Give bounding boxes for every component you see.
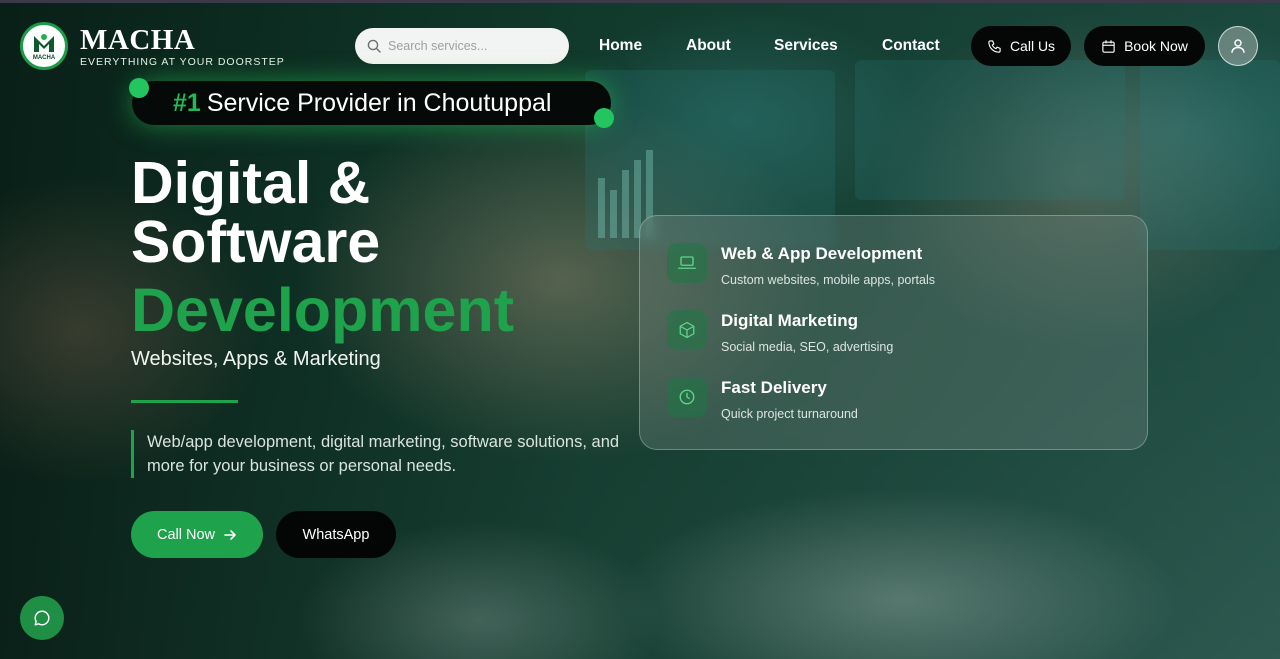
hero-title-line-2: Software [131, 209, 381, 275]
feature-subtitle: Social media, SEO, advertising [721, 340, 894, 354]
badge-number: #1 [173, 88, 201, 117]
whatsapp-label: WhatsApp [302, 526, 370, 543]
logo-mark-text: MACHA [32, 54, 56, 61]
call-us-button[interactable]: Call Us [971, 26, 1071, 66]
brand-tagline: EVERYTHING AT YOUR DOORSTEP [80, 55, 285, 68]
logo-m-icon [34, 33, 54, 52]
nav-services[interactable]: Services [774, 37, 838, 55]
badge-decor-dot [594, 108, 614, 128]
arrow-right-icon [224, 529, 236, 540]
clock-icon [667, 377, 707, 417]
background-monitor [855, 60, 1125, 200]
call-now-button[interactable]: Call Now [131, 511, 263, 558]
hero-divider [131, 400, 238, 403]
nav-about[interactable]: About [686, 37, 731, 55]
features-card: Web & App Development Custom websites, m… [639, 215, 1148, 450]
book-now-label: Book Now [1124, 38, 1188, 54]
badge-decor-dot [129, 78, 149, 98]
feature-subtitle: Quick project turnaround [721, 407, 858, 421]
chat-bubble-icon [34, 610, 50, 626]
feature-title: Fast Delivery [721, 378, 827, 397]
search-bar[interactable] [355, 28, 569, 64]
cube-icon [667, 310, 707, 350]
call-now-label: Call Now [156, 526, 215, 543]
nav-contact[interactable]: Contact [882, 37, 940, 55]
hero-description: Web/app development, digital marketing, … [131, 430, 621, 478]
service-provider-badge: #1 Service Provider in Choutuppal [132, 81, 611, 125]
background-monitor [1140, 60, 1280, 250]
chat-button[interactable] [20, 596, 64, 640]
search-icon [367, 39, 381, 53]
badge-text: Service Provider in Choutuppal [206, 88, 552, 117]
brand-logo[interactable]: MACHA MACHA EVERYTHING AT YOUR DOORSTEP [20, 22, 285, 70]
brand-name: MACHA [80, 23, 196, 56]
feature-item-fast-delivery: Fast Delivery Quick project turnaround [667, 377, 858, 421]
call-us-label: Call Us [1009, 38, 1056, 54]
feature-item-digital-marketing: Digital Marketing Social media, SEO, adv… [667, 310, 893, 354]
feature-item-web-app: Web & App Development Custom websites, m… [667, 243, 935, 287]
feature-title: Digital Marketing [721, 311, 858, 330]
browser-top-strip [0, 0, 1280, 3]
background-bar [598, 178, 605, 238]
logo-mark: MACHA [20, 22, 68, 70]
background-bar [610, 190, 617, 238]
background-bar [622, 170, 629, 238]
feature-title: Web & App Development [721, 244, 923, 263]
hero-subheading: Websites, Apps & Marketing [131, 348, 381, 370]
hero-title-line-1: Digital & [131, 150, 371, 216]
phone-icon [988, 39, 1001, 53]
feature-subtitle: Custom websites, mobile apps, portals [721, 273, 935, 287]
user-account-button[interactable] [1218, 26, 1258, 66]
whatsapp-button[interactable]: WhatsApp [276, 511, 396, 558]
book-now-button[interactable]: Book Now [1084, 26, 1205, 66]
calendar-icon [1102, 39, 1115, 53]
laptop-icon [667, 243, 707, 283]
user-icon [1231, 39, 1245, 53]
nav-home[interactable]: Home [599, 37, 642, 55]
hero-title-line-3: Development [131, 276, 515, 344]
search-input[interactable] [388, 39, 558, 53]
